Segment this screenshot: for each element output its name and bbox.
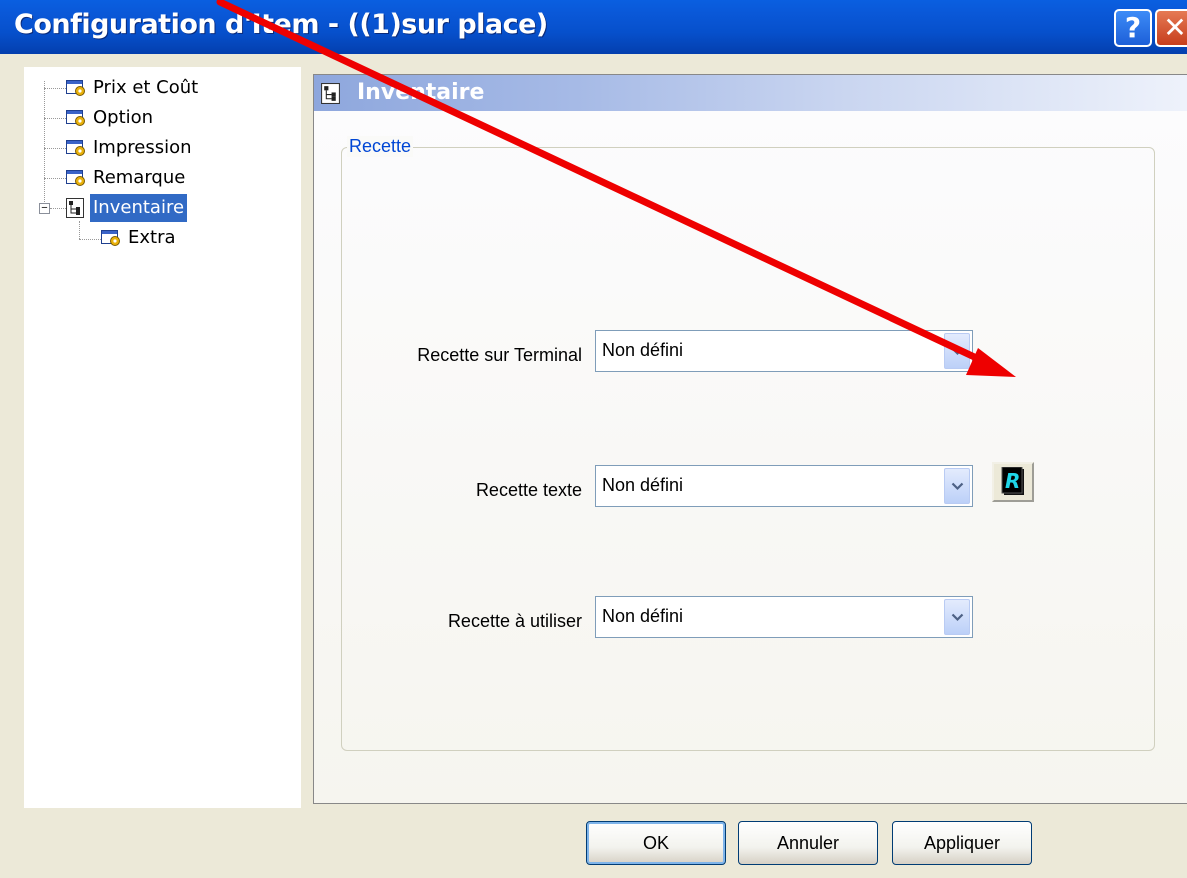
tree-connector (44, 88, 66, 89)
tree-connector (79, 239, 101, 240)
svg-text:R: R (1005, 469, 1020, 493)
tree-connector (44, 178, 66, 179)
settings-gear-icon (66, 80, 85, 96)
collapse-toggle-icon[interactable]: − (39, 203, 50, 214)
tree-item-label: Impression (93, 137, 192, 158)
recette-terminal-label: Recette sur Terminal (417, 345, 582, 365)
tree-item-remarque[interactable]: Remarque (66, 164, 188, 192)
panel-title: Inventaire (357, 80, 485, 105)
tree-item-option[interactable]: Option (66, 104, 156, 132)
recette-utiliser-label: Recette à utiliser (447, 611, 582, 631)
select-value: Non défini (602, 606, 684, 626)
recette-terminal-select[interactable]: Non défini (595, 330, 973, 372)
settings-gear-icon (66, 170, 85, 186)
tree-item-impression[interactable]: Impression (66, 134, 195, 162)
tree-connector (79, 221, 80, 239)
tree-connector (44, 148, 66, 149)
tree-connector (44, 81, 45, 208)
dropdown-arrow-icon[interactable] (944, 468, 970, 504)
settings-gear-icon (101, 230, 120, 246)
tree-item-label: Extra (128, 227, 176, 248)
recette-groupbox: Recette (341, 136, 1155, 751)
select-value: Non défini (602, 340, 684, 360)
ok-button[interactable]: OK (586, 821, 726, 865)
window-title: Configuration d'Item - ((1)sur place) (14, 9, 548, 40)
recipe-r-icon: R (1001, 467, 1024, 495)
recette-texte-label: Recette texte (475, 480, 582, 500)
dropdown-arrow-icon[interactable] (944, 599, 970, 635)
recette-utiliser-select[interactable]: Non défini (595, 596, 973, 638)
dropdown-arrow-icon[interactable] (944, 333, 970, 369)
tree-item-label: Inventaire (90, 194, 188, 222)
help-button[interactable]: ? (1114, 9, 1152, 47)
recette-texte-select[interactable]: Non défini (595, 465, 973, 507)
recipe-editor-button[interactable]: R (992, 462, 1034, 502)
cancel-button[interactable]: Annuler (738, 821, 878, 865)
tree-item-prix-et-cout[interactable]: Prix et Coût (66, 74, 201, 102)
tree-item-inventaire[interactable]: Inventaire (66, 194, 188, 222)
settings-panel: Inventaire Recette Recette sur Terminal … (313, 74, 1187, 804)
select-value: Non défini (602, 475, 684, 495)
apply-button[interactable]: Appliquer (892, 821, 1032, 865)
close-icon: ✕ (1163, 11, 1187, 44)
category-tree[interactable]: − Prix et Coût Option Impression Remarqu… (24, 67, 301, 808)
tree-item-label: Remarque (93, 167, 186, 188)
tree-item-extra[interactable]: Extra (101, 224, 179, 252)
close-button[interactable]: ✕ (1155, 9, 1187, 47)
inventory-tree-icon (66, 198, 84, 218)
title-bar: Configuration d'Item - ((1)sur place) ? … (0, 0, 1187, 54)
panel-header: Inventaire (314, 75, 1187, 111)
tree-connector (50, 208, 66, 209)
group-title: Recette (347, 136, 414, 157)
settings-gear-icon (66, 110, 85, 126)
tree-connector (44, 118, 66, 119)
inventory-tree-icon (321, 83, 340, 104)
tree-item-label: Option (93, 107, 154, 128)
tree-item-label: Prix et Coût (93, 77, 199, 98)
dialog-body: − Prix et Coût Option Impression Remarqu… (0, 54, 1187, 878)
settings-gear-icon (66, 140, 85, 156)
help-icon: ? (1124, 11, 1142, 44)
